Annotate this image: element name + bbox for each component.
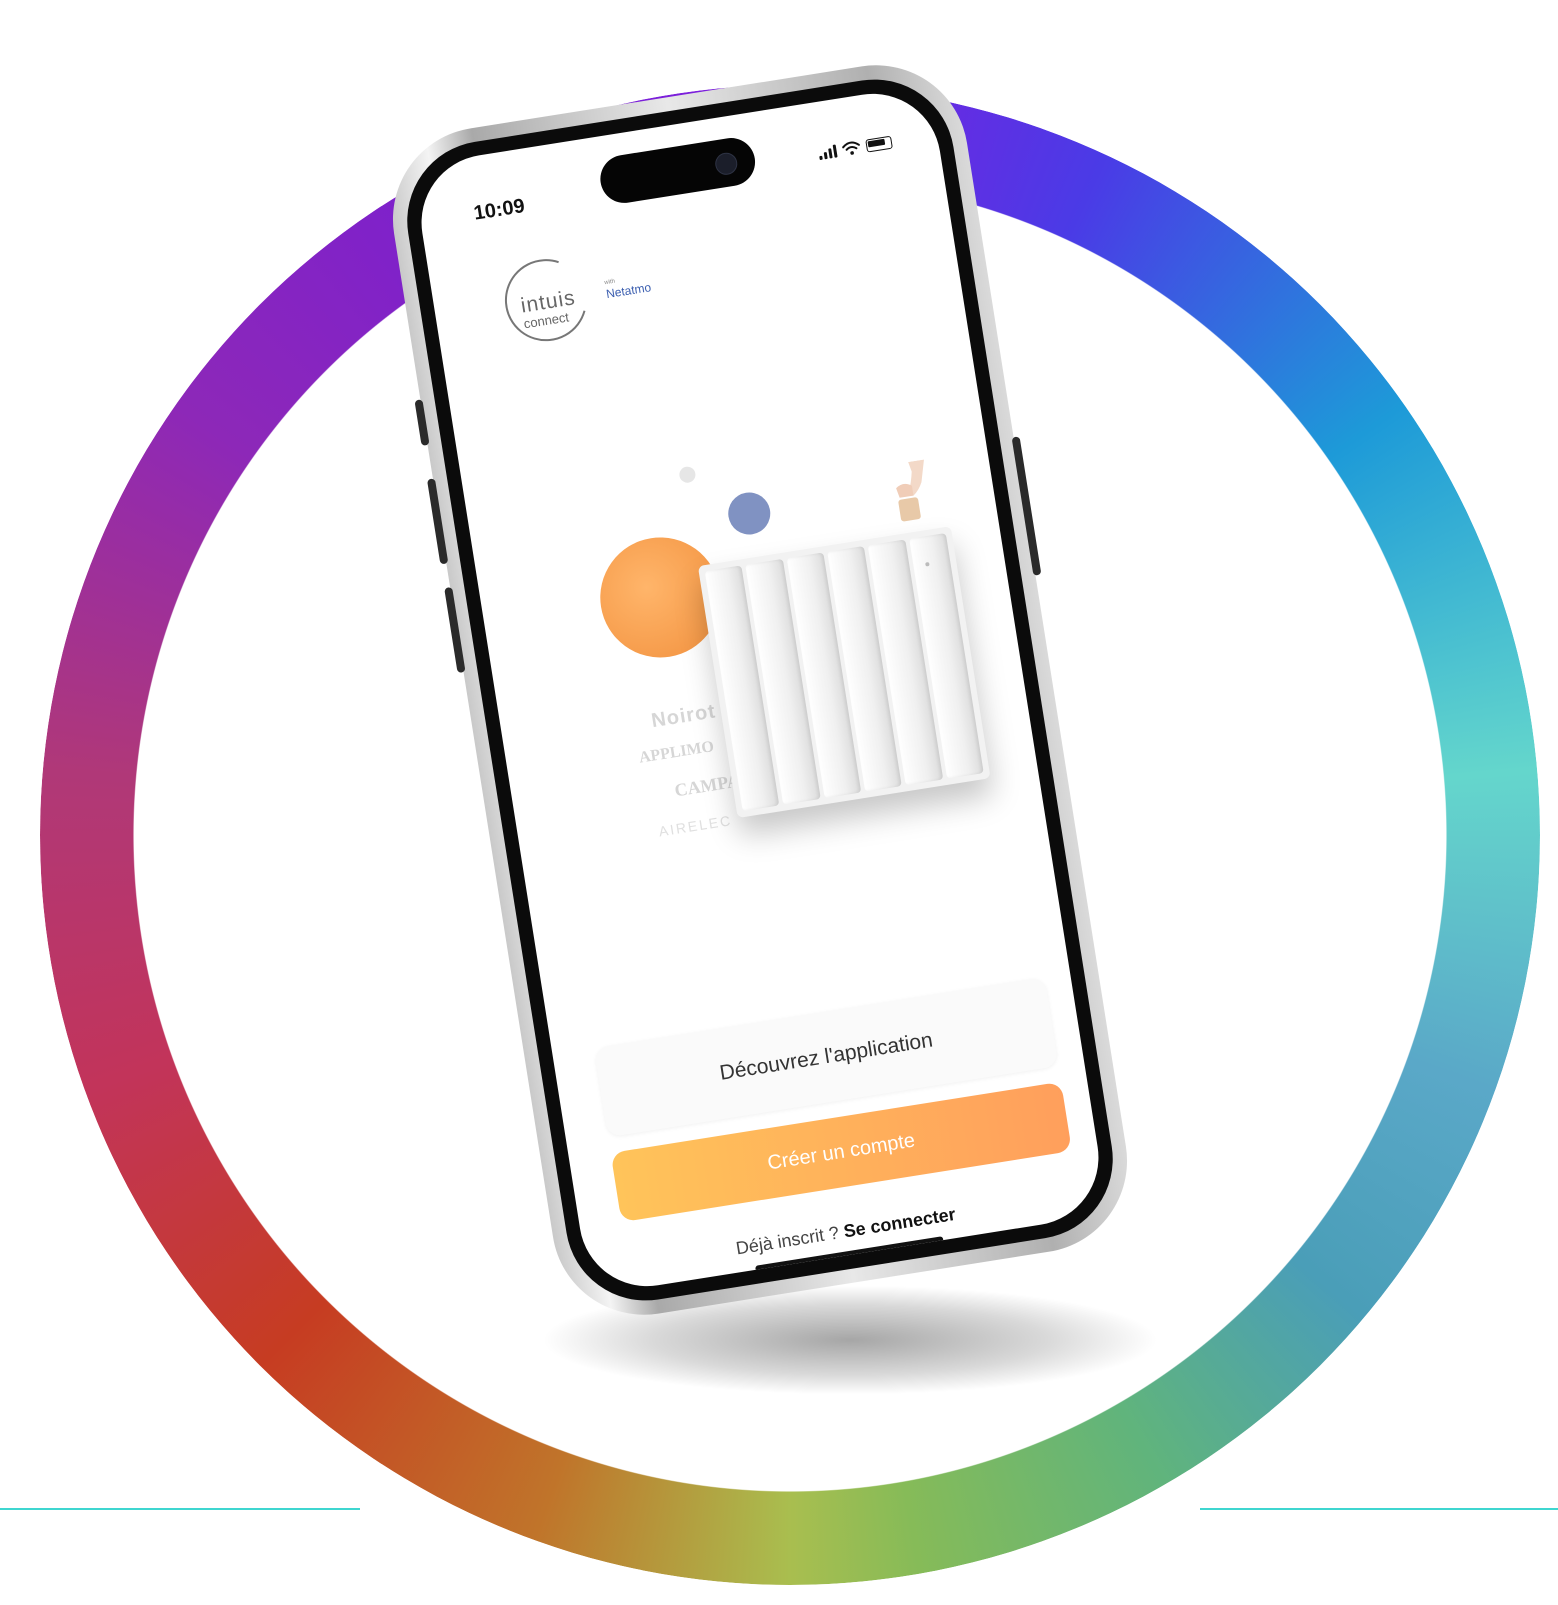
signal-icon [818, 144, 838, 161]
brand-applimo: APPLIMO [637, 738, 716, 767]
battery-icon [865, 135, 893, 153]
brand-airelec: AIRELEC [657, 812, 734, 840]
brand-noirot: Noirot [649, 700, 718, 733]
decor-circle-blue [725, 489, 774, 538]
camera-icon [713, 151, 739, 177]
status-icons [818, 135, 893, 161]
login-prompt: Déjà inscrit ? [734, 1222, 841, 1259]
radiator-illustration [697, 526, 991, 819]
status-time: 10:09 [472, 195, 527, 225]
promo-canvas: 10:09 intuis connect with Netatmo Noirot… [0, 0, 1558, 1605]
hand-illustration [896, 459, 924, 522]
divider-line-right [1200, 1508, 1558, 1510]
wifi-icon [842, 141, 860, 155]
divider-line-left [0, 1508, 360, 1510]
decor-circle-grey [678, 465, 697, 484]
dynamic-island [596, 134, 759, 207]
